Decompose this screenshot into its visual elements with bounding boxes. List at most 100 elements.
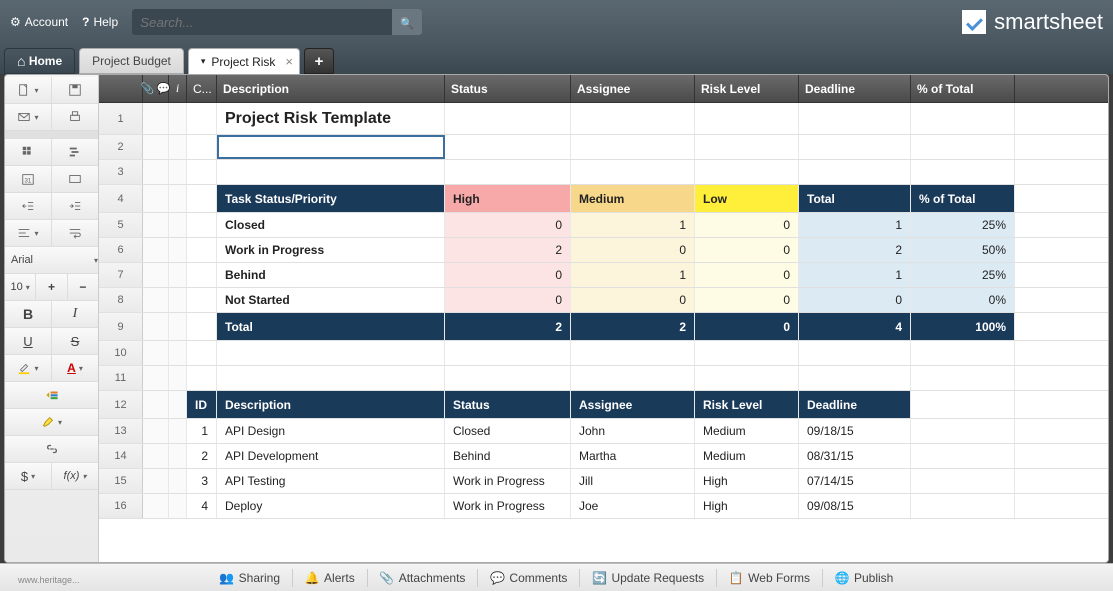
tab-project-budget[interactable]: Project Budget xyxy=(79,48,184,74)
bold-button[interactable]: B xyxy=(5,301,52,327)
cell[interactable]: 1 xyxy=(799,263,911,287)
indent-button[interactable] xyxy=(52,193,98,219)
grid-view-button[interactable] xyxy=(5,139,52,165)
cell[interactable] xyxy=(695,103,799,134)
task-status-header[interactable]: Status xyxy=(445,391,571,418)
summary-total-label[interactable]: Total xyxy=(217,313,445,340)
comments-button[interactable]: 💬Comments xyxy=(482,567,575,589)
flag-cell[interactable] xyxy=(169,391,187,418)
row-number-header[interactable] xyxy=(99,75,143,102)
icon-cell[interactable] xyxy=(143,444,169,468)
cell[interactable]: 2 xyxy=(445,238,571,262)
cell[interactable]: 2 xyxy=(571,313,695,340)
calendar-button[interactable]: 31 xyxy=(5,166,52,192)
task-deadline-cell[interactable]: 07/14/15 xyxy=(799,469,911,493)
wrap-button[interactable] xyxy=(52,220,98,246)
cell[interactable] xyxy=(187,313,217,340)
cell[interactable]: 100% xyxy=(911,313,1015,340)
card-view-button[interactable] xyxy=(52,166,98,192)
alerts-button[interactable]: 🔔Alerts xyxy=(297,567,363,589)
cell[interactable] xyxy=(187,288,217,312)
cell[interactable] xyxy=(217,341,445,365)
summary-label-cell[interactable]: Work in Progress xyxy=(217,238,445,262)
cell[interactable] xyxy=(695,341,799,365)
flag-cell[interactable] xyxy=(169,263,187,287)
cell[interactable] xyxy=(911,160,1015,184)
icon-cell[interactable] xyxy=(143,391,169,418)
task-deadline-cell[interactable]: 09/18/15 xyxy=(799,419,911,443)
cell[interactable]: 2 xyxy=(799,238,911,262)
cell[interactable]: 1 xyxy=(571,213,695,237)
align-button[interactable]: ▾ xyxy=(5,220,52,246)
task-id-cell[interactable]: 1 xyxy=(187,419,217,443)
cell[interactable]: 0 xyxy=(571,238,695,262)
close-icon[interactable]: × xyxy=(285,54,293,69)
flag-cell[interactable] xyxy=(169,160,187,184)
cell[interactable]: 0 xyxy=(571,288,695,312)
flag-cell[interactable] xyxy=(169,366,187,390)
cell[interactable] xyxy=(911,494,1015,518)
flag-cell[interactable] xyxy=(169,494,187,518)
icon-cell[interactable] xyxy=(143,238,169,262)
row-number[interactable]: 15 xyxy=(99,469,143,493)
cell[interactable]: 25% xyxy=(911,213,1015,237)
task-assignee-cell[interactable]: John xyxy=(571,419,695,443)
cell[interactable] xyxy=(911,366,1015,390)
icon-cell[interactable] xyxy=(143,288,169,312)
summary-label-cell[interactable]: Behind xyxy=(217,263,445,287)
cell[interactable] xyxy=(217,366,445,390)
cell[interactable] xyxy=(695,160,799,184)
cell[interactable] xyxy=(445,103,571,134)
cell[interactable]: 25% xyxy=(911,263,1015,287)
update-requests-button[interactable]: 🔄Update Requests xyxy=(584,567,712,589)
cell[interactable]: 0 xyxy=(695,288,799,312)
task-risk-cell[interactable]: Medium xyxy=(695,444,799,468)
cell[interactable] xyxy=(911,391,1015,418)
flag-cell[interactable] xyxy=(169,469,187,493)
outdent-button[interactable] xyxy=(5,193,52,219)
cell[interactable] xyxy=(187,341,217,365)
task-risk-cell[interactable]: High xyxy=(695,494,799,518)
cell[interactable] xyxy=(187,185,217,212)
selected-cell[interactable] xyxy=(217,135,445,159)
cell[interactable] xyxy=(217,160,445,184)
print-button[interactable] xyxy=(52,104,98,130)
row-number[interactable]: 10 xyxy=(99,341,143,365)
task-deadline-header[interactable]: Deadline xyxy=(799,391,911,418)
highlight-button[interactable]: ▾ xyxy=(5,409,98,435)
flag-cell[interactable] xyxy=(169,444,187,468)
flag-cell[interactable] xyxy=(169,288,187,312)
icon-cell[interactable] xyxy=(143,494,169,518)
font-size-select[interactable]: 10▾ xyxy=(5,274,36,300)
task-risk-cell[interactable]: Medium xyxy=(695,419,799,443)
row-number[interactable]: 16 xyxy=(99,494,143,518)
sheet-title-cell[interactable]: Project Risk Template xyxy=(217,103,445,134)
account-link[interactable]: Account xyxy=(10,15,68,29)
cell[interactable] xyxy=(911,419,1015,443)
cell[interactable] xyxy=(911,103,1015,134)
cell[interactable]: 0 xyxy=(695,213,799,237)
formula-button[interactable]: f(x)▾ xyxy=(52,463,98,489)
cell[interactable] xyxy=(445,135,571,159)
strike-button[interactable]: S xyxy=(52,328,98,354)
icon-cell[interactable] xyxy=(143,366,169,390)
save-button[interactable] xyxy=(52,77,98,103)
task-deadline-cell[interactable]: 08/31/15 xyxy=(799,444,911,468)
risk-level-column-header[interactable]: Risk Level xyxy=(695,75,799,102)
cell[interactable]: 0 xyxy=(445,263,571,287)
icon-cell[interactable] xyxy=(143,213,169,237)
text-color-button[interactable]: A▾ xyxy=(52,355,98,381)
tab-add[interactable]: + xyxy=(304,48,334,74)
search-button[interactable] xyxy=(392,9,422,35)
fill-color-button[interactable]: ▾ xyxy=(5,355,52,381)
row-number[interactable]: 2 xyxy=(99,135,143,159)
deadline-column-header[interactable]: Deadline xyxy=(799,75,911,102)
flag-cell[interactable] xyxy=(169,419,187,443)
web-forms-button[interactable]: 📋Web Forms xyxy=(721,567,818,589)
task-status-cell[interactable]: Closed xyxy=(445,419,571,443)
cell[interactable] xyxy=(445,160,571,184)
attachment-column-header[interactable]: 📎💬 xyxy=(143,75,169,102)
mail-button[interactable]: ▾ xyxy=(5,104,52,130)
summary-pct-header[interactable]: % of Total xyxy=(911,185,1015,212)
cell[interactable] xyxy=(571,160,695,184)
